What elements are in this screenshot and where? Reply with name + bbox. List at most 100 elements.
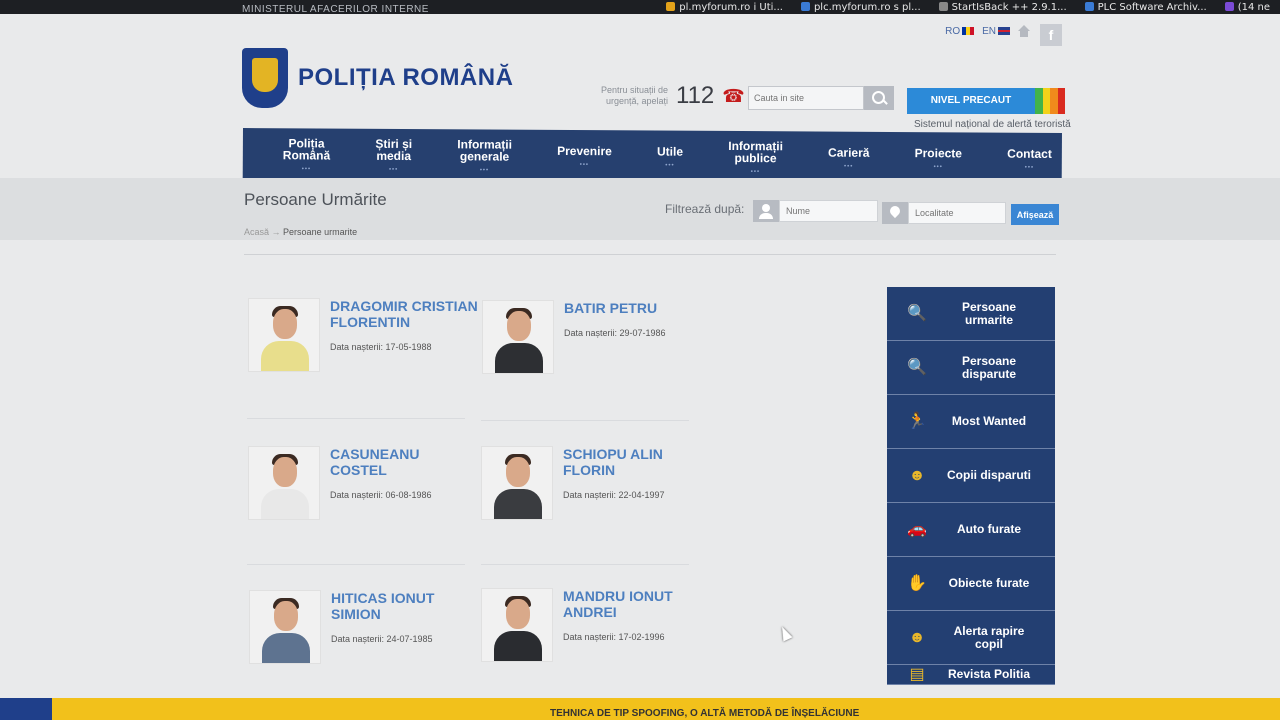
nav-utile[interactable]: Utile (657, 145, 683, 172)
ministry-label: MINISTERUL AFACERILOR INTERNE (242, 4, 429, 15)
sidebar-item-label: Auto furate (957, 522, 1021, 536)
name-filter-input[interactable] (779, 200, 878, 222)
person-photo[interactable] (482, 300, 554, 374)
nav-cariera[interactable]: Carieră (828, 146, 869, 173)
nav-proiecte[interactable]: Proiecte (915, 146, 962, 173)
sidebar-item-label: Obiecte furate (948, 576, 1030, 590)
nav-politia-romana[interactable]: Poliția Română (283, 136, 331, 175)
nav-informatii-generale[interactable]: Informații generale (457, 137, 512, 176)
person-photo[interactable] (481, 588, 553, 662)
breadcrumb-home[interactable]: Acasă (244, 227, 269, 237)
sidebar-item-persoane-disparute[interactable]: 🔍 Persoane disparute (887, 341, 1055, 395)
person-name[interactable]: DRAGOMIR CRISTIAN FLORENTIN (330, 298, 480, 330)
page-title: Persoane Urmărite (244, 190, 387, 209)
bookmark-1[interactable]: pl.myforum.ro i Uti... (666, 1, 783, 13)
person-photo[interactable] (249, 590, 321, 664)
title-band (0, 178, 1280, 240)
uk-flag-icon (998, 26, 1010, 35)
sidebar-item-label: Persoane urmarite (961, 299, 1017, 327)
magazine-icon: ▤ (909, 665, 925, 683)
alert-color-scale (1035, 88, 1065, 114)
person-card[interactable]: HITICAS IONUT SIMION Data nașterii: 24-07… (249, 590, 481, 664)
person-birthdate: Data nașterii: 17-05-1988 (330, 342, 432, 352)
sidebar-item-obiecte-furate[interactable]: ✋ Obiecte furate (887, 557, 1055, 611)
sidebar-item-most-wanted[interactable]: 🏃 Most Wanted (887, 395, 1055, 449)
breadcrumb-current: Persoane urmarite (283, 227, 358, 237)
sidebar-menu: 🔍 Persoane urmarite 🔍 Persoane disparute 🏃 Mo… (887, 287, 1055, 685)
person-photo[interactable] (248, 446, 320, 520)
breadcrumb-arrow: → (271, 227, 281, 237)
bookmark-favicon (800, 1, 810, 11)
person-birthdate: Data nașterii: 29-07-1986 (564, 328, 666, 338)
bookmark-favicon (666, 1, 676, 11)
person-card[interactable]: MANDRU IONUT ANDREI Data nașterii: 17-02-… (481, 588, 713, 662)
person-birthdate: Data nașterii: 17-02-1996 (563, 632, 665, 642)
car-icon: 🚗 (907, 520, 927, 538)
mouse-cursor (777, 624, 793, 642)
sidebar-item-persoane-urmarite[interactable]: 🔍 Persoane urmarite (887, 287, 1055, 341)
sidebar-item-label: Persoane disparute (961, 353, 1017, 381)
row-divider (481, 564, 689, 565)
row-divider (247, 418, 465, 419)
home-icon[interactable] (1018, 25, 1030, 37)
coat-of-arms-icon (242, 48, 288, 108)
nav-prevenire[interactable]: Prevenire (557, 144, 612, 171)
ticker-edge (0, 698, 52, 720)
search-person-icon: 🔍 (907, 358, 927, 376)
alert-subtitle: Sistemul național de alertă teroristă (914, 119, 1071, 130)
name-filter (753, 200, 878, 222)
search-person-icon: 🔍 (907, 304, 927, 322)
person-name[interactable]: BATIR PETRU (564, 300, 714, 316)
person-card[interactable]: CASUNEANU COSTEL Data nașterii: 06-08-198… (248, 446, 480, 520)
sidebar-item-alerta-rapire-copil[interactable]: ☻ Alerta rapire copil (887, 611, 1055, 665)
bookmark-2[interactable]: plc.myforum.ro s pl... (800, 1, 921, 13)
person-photo[interactable] (481, 446, 553, 520)
ticker-text[interactable]: TEHNICA DE TIP SPOOFING, O ALTĂ METODĂ D… (550, 708, 859, 719)
filter-label: Filtrează după: (665, 202, 745, 216)
site-logo[interactable]: POLIȚIA ROMÂNĂ (242, 48, 513, 108)
browser-bookmarks-bar: pl.myforum.ro i Uti... plc.myforum.ro s … (0, 0, 1280, 14)
running-man-icon: 🏃 (907, 412, 927, 430)
bookmark-3[interactable]: StartIsBack ++ 2.9.1... (938, 1, 1067, 13)
facebook-icon[interactable]: f (1040, 24, 1062, 46)
search-input[interactable] (748, 86, 864, 110)
phone-icon: ☎ (722, 85, 745, 106)
search-icon[interactable] (864, 86, 894, 110)
alert-color-bar (1035, 88, 1043, 114)
divider (244, 254, 1056, 255)
lang-ro-link[interactable]: RO (945, 26, 975, 37)
nav-contact[interactable]: Contact (1007, 147, 1052, 174)
language-bar: RO EN (945, 25, 1030, 37)
person-name[interactable]: HITICAS IONUT SIMION (331, 590, 481, 622)
nav-stiri-media[interactable]: Știri și media (375, 137, 412, 176)
sidebar-item-auto-furate[interactable]: 🚗 Auto furate (887, 503, 1055, 557)
person-card[interactable]: BATIR PETRU Data nașterii: 29-07-1986 (482, 300, 714, 374)
lang-en-link[interactable]: EN (982, 26, 1010, 37)
row-divider (481, 420, 689, 421)
breadcrumb: Acasă → Persoane urmarite (244, 227, 357, 237)
alert-color-bar (1050, 88, 1058, 114)
terror-alert-widget[interactable]: NIVEL PRECAUT (907, 88, 1065, 114)
person-card[interactable]: DRAGOMIR CRISTIAN FLORENTIN Data nașterii… (248, 298, 480, 372)
bookmark-favicon (1084, 1, 1094, 11)
hand-icon: ✋ (907, 574, 927, 592)
bookmark-favicon (938, 1, 948, 11)
person-name[interactable]: CASUNEANU COSTEL (330, 446, 480, 478)
bookmark-5[interactable]: (14 ne (1224, 1, 1270, 13)
person-name[interactable]: SCHIOPU ALIN FLORIN (563, 446, 713, 478)
alert-child-icon: ☻ (908, 628, 926, 646)
news-ticker[interactable]: TEHNICA DE TIP SPOOFING, O ALTĂ METODĂ D… (0, 698, 1280, 720)
person-name[interactable]: MANDRU IONUT ANDREI (563, 588, 713, 620)
bookmark-4[interactable]: PLC Software Archiv... (1084, 1, 1207, 13)
logo-text: POLIȚIA ROMÂNĂ (298, 64, 514, 91)
locality-filter-input[interactable] (908, 202, 1006, 224)
person-birthdate: Data nașterii: 22-04-1997 (563, 490, 665, 500)
nav-informatii-publice[interactable]: Informații publice (728, 139, 783, 178)
show-button[interactable]: Afișează (1011, 204, 1059, 225)
row-divider (247, 564, 465, 565)
person-birthdate: Data nașterii: 06-08-1986 (330, 490, 432, 500)
person-photo[interactable] (248, 298, 320, 372)
sidebar-item-revista-politia[interactable]: ▤ Revista Politia (887, 665, 1055, 685)
person-card[interactable]: SCHIOPU ALIN FLORIN Data nașterii: 22-04-… (481, 446, 713, 520)
sidebar-item-copii-disparuti[interactable]: ☻ Copii disparuti (887, 449, 1055, 503)
